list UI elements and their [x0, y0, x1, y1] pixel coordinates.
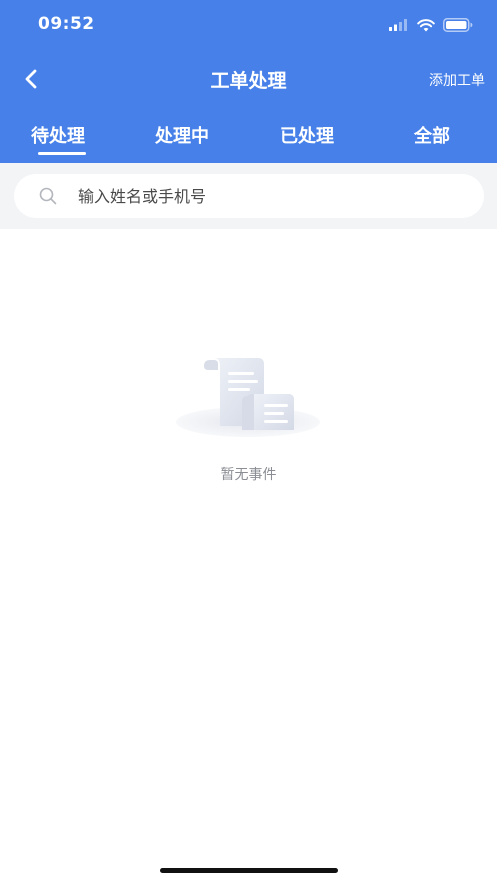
add-work-order-button[interactable]: 添加工单 [429, 70, 485, 90]
search-input[interactable] [78, 174, 468, 218]
status-tabs: 待处理 处理中 已处理 全部 [0, 112, 497, 163]
status-icons [389, 15, 473, 35]
tab-all[interactable]: 全部 [414, 122, 450, 148]
app-header: 09:52 工单处理 添加工单 待处理 处理中 已处理 全部 [0, 0, 497, 163]
tab-in-progress[interactable]: 处理中 [155, 122, 209, 148]
tab-pending[interactable]: 待处理 [31, 122, 85, 148]
status-time: 09:52 [38, 14, 95, 34]
cellular-signal-icon [389, 19, 407, 31]
status-bar: 09:52 [0, 0, 497, 50]
empty-message: 暂无事件 [220, 467, 277, 483]
chevron-left-icon [25, 69, 37, 89]
active-tab-indicator [38, 152, 86, 155]
search-box[interactable] [14, 174, 484, 218]
empty-documents-illustration [176, 358, 320, 437]
back-button[interactable] [16, 64, 46, 94]
empty-state: 暂无事件 [0, 350, 497, 490]
search-icon [39, 187, 57, 205]
wifi-icon [417, 18, 435, 31]
page-title: 工单处理 [210, 70, 287, 92]
nav-bar: 工单处理 添加工单 [0, 56, 497, 100]
home-indicator[interactable] [160, 868, 338, 873]
search-section [0, 163, 497, 229]
battery-icon [443, 18, 473, 32]
tab-processed[interactable]: 已处理 [280, 122, 334, 148]
